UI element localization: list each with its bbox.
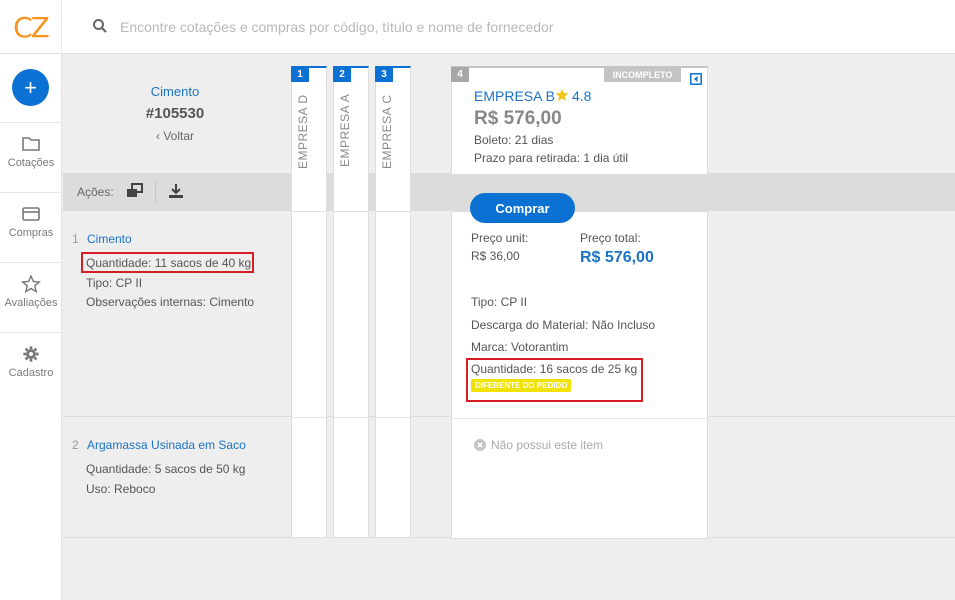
close-circle-icon	[474, 439, 486, 451]
supplier-card: 4 INCOMPLETO EMPRESA B 4.8 R$ 576,00 Bol…	[451, 66, 708, 539]
supplier-total: R$ 576,00	[474, 108, 562, 129]
item-field-uso: Uso: Reboco	[86, 482, 156, 496]
supplier-column[interactable]: 3 EMPRESA C	[375, 66, 411, 538]
supplier-field-tipo: Tipo: CP II	[471, 295, 528, 309]
different-from-order-tag: DIFERENTE DO PEDIDO	[471, 379, 572, 392]
row-divider	[452, 418, 707, 419]
supplier-field-descarga: Descarga do Material: Não Incluso	[471, 318, 656, 332]
sidebar-item-label: Avaliações	[4, 297, 58, 309]
sidebar-item-label: Cotações	[7, 157, 55, 169]
item-field-quantidade: Quantidade: 11 sacos de 40 kg	[86, 256, 252, 270]
app-logo[interactable]: CZ	[0, 0, 62, 54]
supplier-name: EMPRESA A	[338, 94, 352, 168]
logo-text: CZ	[13, 10, 50, 44]
total-price-label: Preço total:	[580, 231, 641, 245]
row-divider	[376, 417, 410, 418]
item-number: 1	[72, 232, 79, 246]
sidebar-item-compras[interactable]: Compras	[0, 192, 62, 262]
supplier-field-quantidade: Quantidade: 16 sacos de 25 kg	[471, 362, 638, 376]
sidebar-item-cadastro[interactable]: Cadastro	[0, 332, 62, 402]
supplier-column[interactable]: 2 EMPRESA A	[333, 66, 369, 538]
new-quote-button[interactable]: +	[12, 69, 49, 106]
supplier-number: 1	[291, 67, 309, 82]
sidebar: + Cotações Compras Avaliações Cadastro	[0, 54, 62, 600]
unit-price: R$ 36,00	[471, 249, 520, 263]
sidebar-item-avaliacoes[interactable]: Avaliações	[0, 262, 62, 332]
item-number: 2	[72, 438, 79, 452]
download-icon[interactable]	[167, 183, 185, 199]
actions-label: Ações:	[77, 185, 114, 199]
missing-item-text: Não possui este item	[491, 438, 604, 452]
item-name[interactable]: Argamassa Usinada em Saco	[87, 438, 246, 452]
sidebar-item-cotacoes[interactable]: Cotações	[0, 122, 62, 192]
supplier-column[interactable]: 1 EMPRESA D	[291, 66, 327, 538]
total-price: R$ 576,00	[580, 249, 654, 266]
unit-price-label: Preço unit:	[471, 231, 529, 245]
star-icon	[555, 88, 569, 101]
supplier-payment: Boleto: 21 dias	[474, 133, 554, 147]
row-divider	[292, 417, 326, 418]
supplier-pickup: Prazo para retirada: 1 dia útil	[474, 151, 629, 165]
supplier-rating: 4.8	[572, 88, 592, 104]
search-input[interactable]	[120, 16, 820, 38]
star-icon	[21, 275, 41, 293]
search-icon	[93, 19, 107, 33]
item-field-observacoes: Observações internas: Cimento	[86, 295, 255, 309]
folder-icon	[22, 137, 40, 151]
supplier-name: EMPRESA D	[296, 94, 310, 169]
quote-number: #105530	[145, 105, 205, 122]
quote-title[interactable]: Cimento	[110, 84, 240, 99]
row-divider	[334, 417, 368, 418]
status-badge: INCOMPLETO	[604, 68, 681, 82]
item-field-quantidade: Quantidade: 5 sacos de 50 kg	[86, 462, 246, 476]
item-field-tipo: Tipo: CP II	[86, 276, 143, 290]
supplier-card-name[interactable]: EMPRESA B	[474, 88, 555, 104]
item-name[interactable]: Cimento	[87, 232, 132, 246]
supplier-number: 2	[333, 67, 351, 82]
buy-button[interactable]: Comprar	[470, 193, 575, 223]
supplier-name: EMPRESA C	[380, 94, 394, 169]
actions-divider	[155, 180, 156, 204]
compare-windows-icon[interactable]	[126, 183, 144, 199]
back-link[interactable]: ‹ Voltar	[110, 129, 240, 143]
sidebar-item-label: Cadastro	[8, 367, 54, 379]
supplier-number: 4	[451, 67, 469, 82]
supplier-field-marca: Marca: Votorantim	[471, 340, 569, 354]
gear-icon	[23, 346, 39, 362]
credit-card-icon	[22, 207, 40, 221]
sidebar-item-label: Compras	[8, 227, 54, 239]
supplier-number: 3	[375, 67, 393, 82]
collapse-icon[interactable]	[690, 73, 702, 85]
